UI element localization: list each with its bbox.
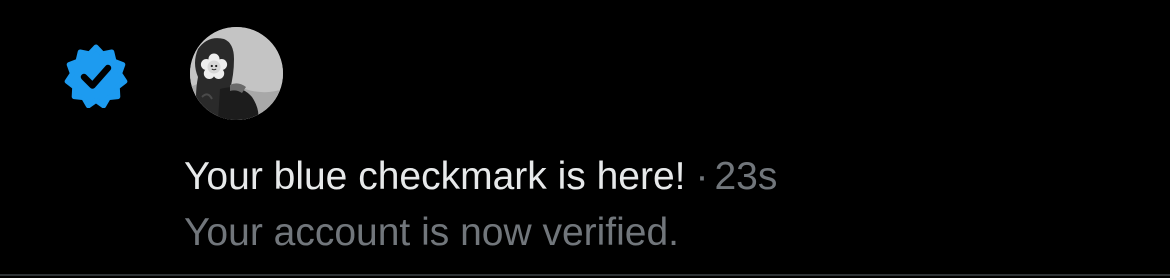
user-avatar[interactable]	[190, 27, 283, 120]
verified-badge-icon	[64, 44, 128, 109]
notification-item[interactable]: Your blue checkmark is here! · 23s Your ac…	[0, 0, 1170, 274]
notification-body: Your account is now verified.	[184, 211, 680, 254]
notification-timestamp: 23s	[714, 155, 778, 198]
divider	[0, 274, 1170, 276]
notification-title: Your blue checkmark is here!	[184, 155, 686, 198]
notification-title-line: Your blue checkmark is here! · 23s	[184, 154, 777, 200]
time-separator: ·	[695, 155, 709, 198]
